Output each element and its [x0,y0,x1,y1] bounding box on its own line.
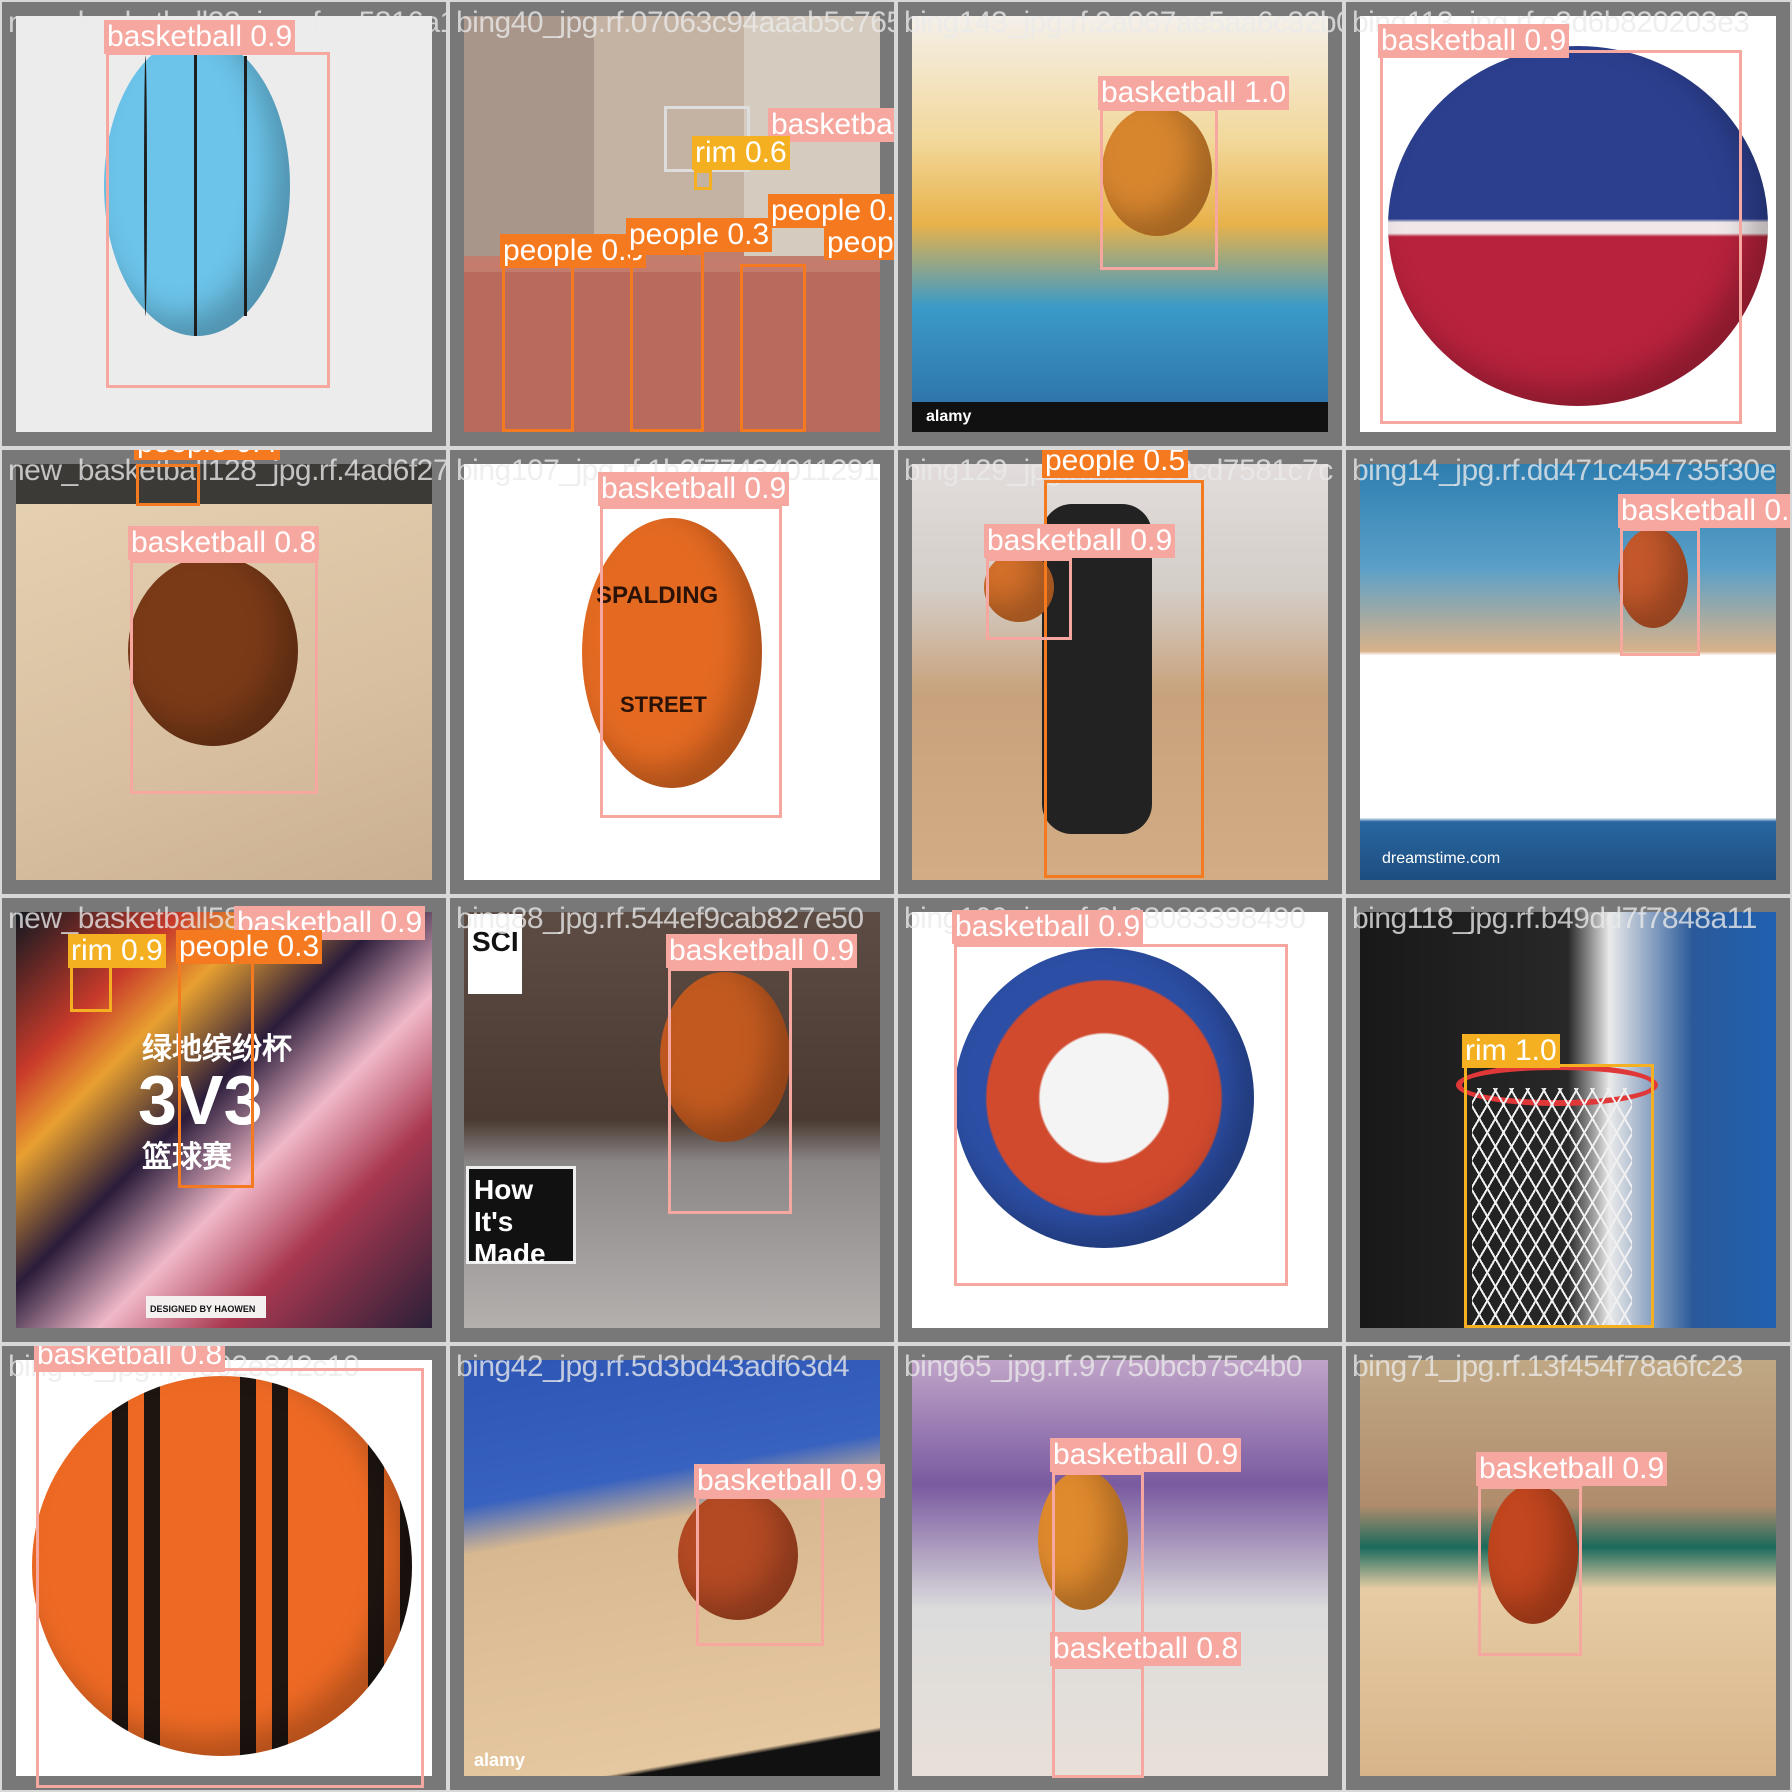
basketball-box [36,1368,424,1788]
people-label: people 0.5 [768,194,894,228]
rim-label: rim 1.0 [1462,1034,1560,1068]
people-box [178,952,254,1188]
basketball-label: basketball 0.9 [104,20,296,54]
tile-14: alamy bing42_jpg.rf.5d3bd43adf63d4 baske… [448,1344,896,1792]
basketball-box [1052,1472,1144,1636]
basketball-label: basketball 0.9 [666,934,858,968]
people-label: people 0.5 [1042,450,1189,478]
basketball-label: basketball 0.9 [694,1464,886,1498]
basketball-box [106,52,330,388]
tile-2: bing40_jpg.rf.07063c94aaab5c7651f basket… [448,0,896,448]
basketball-box [1380,50,1742,424]
tile-13: bing45_jpg.rf.4802e842c10 basketball 0.8 [0,1344,448,1792]
poster-credit: DESIGNED BY HAOWEN [150,1304,256,1314]
people-label: people 0.3 [500,234,647,268]
tile-11: bing109_jpg.rf.2b98083398490 basketball … [896,896,1344,1344]
rim-label: rim 0.9 [68,934,166,968]
people-box [630,252,704,432]
people-label: people 0.4 [134,450,281,460]
tile-7: bing129_jpg.rf.4d0553cd7581c7c people 0.… [896,448,1344,896]
image-filename: bing42_jpg.rf.5d3bd43adf63d4 [456,1350,850,1383]
people-label: people 0.4 [824,226,894,260]
tile-6: SPALDING STREET bing107_jpg.rf.1b2f77434… [448,448,896,896]
tile-10: SCI How It's Made bing88_jpg.rf.544ef9ca… [448,896,896,1344]
tile-3: alamy bing143_jpg.rf.2a067ae5aa6c32b0d b… [896,0,1344,448]
people-label: people 0.3 [626,218,773,252]
basketball-label: basketball 0.9 [598,472,790,506]
basketball-label: basketball 0.9 [952,910,1144,944]
tile-1: new_basketball23_jpg.rf.ca5816a1 basketb… [0,0,448,448]
tile-4: bing113_jpg.rf.c3d6b820203e3 basketball … [1344,0,1792,448]
basketball-label: basketball 0.8 [34,1346,226,1372]
basketball-label: basketball 0.8 [1050,1632,1242,1666]
people-box [740,264,806,432]
tile-8: dreamstime.com bing14_jpg.rf.dd471c45473… [1344,448,1792,896]
watermark-text: dreamstime.com [1382,850,1501,867]
tile-12: bing118_jpg.rf.b49dd7f7848a11 rim 1.0 [1344,896,1792,1344]
rim-box [1464,1064,1654,1328]
detection-mosaic: new_basketball23_jpg.rf.ca5816a1 basketb… [0,0,1792,1792]
basketball-label: basketball 1.0 [1098,76,1290,110]
image-filename: bing65_jpg.rf.97750bcb75c4b0 [904,1350,1303,1383]
watermark-text: alamy [926,408,972,425]
basketball-box [1100,108,1218,270]
tile-15: bing65_jpg.rf.97750bcb75c4b0 basketball … [896,1344,1344,1792]
people-box [136,464,200,506]
basketball-label: basketball 0.9 [1618,494,1790,528]
image-filename: bing118_jpg.rf.b49dd7f7848a11 [1352,902,1757,935]
people-box [502,262,574,432]
basketball-label: basketball 0.8 [128,526,320,560]
basketball-box [954,944,1288,1286]
tile-16: bing71_jpg.rf.13f454f78a6fc23 basketball… [1344,1344,1792,1792]
show-title: How It's Made [474,1174,546,1269]
basketball-box [1620,528,1700,656]
basketball-box [600,506,782,818]
basketball-label: basketball 0.9 [984,524,1176,558]
basketball-label: basketball 0.9 [1476,1452,1668,1486]
image-filename: bing40_jpg.rf.07063c94aaab5c7651f [456,6,896,39]
watermark-text: alamy [474,1750,526,1770]
basketball-box [130,560,318,794]
rim-box [694,170,712,190]
basketball-box [986,558,1072,640]
rim-label: rim 0.6 [692,136,790,170]
basketball-box [696,1496,824,1646]
basketball-box [668,968,792,1214]
basketball-label: basketball 0.9 [1050,1438,1242,1472]
tile-9: 绿地缤纷杯 3V3 篮球赛 DESIGNED BY HAOWEN new_bas… [0,896,448,1344]
basketball-box [1478,1486,1582,1656]
basketball-label: basketball 0.9 [1378,24,1570,58]
people-label: people 0.3 [176,930,323,964]
image-filename: bing71_jpg.rf.13f454f78a6fc23 [1352,1350,1743,1383]
image-filename: bing14_jpg.rf.dd471c454735f30e [1352,454,1776,487]
tile-5: new_basketball128_jpg.rf.4ad6f278 people… [0,448,448,896]
image-filename: bing143_jpg.rf.2a067ae5aa6c32b0d [904,6,1344,39]
image-filename: bing88_jpg.rf.544ef9cab827e50 [456,902,864,935]
basketball-box [1052,1666,1144,1778]
